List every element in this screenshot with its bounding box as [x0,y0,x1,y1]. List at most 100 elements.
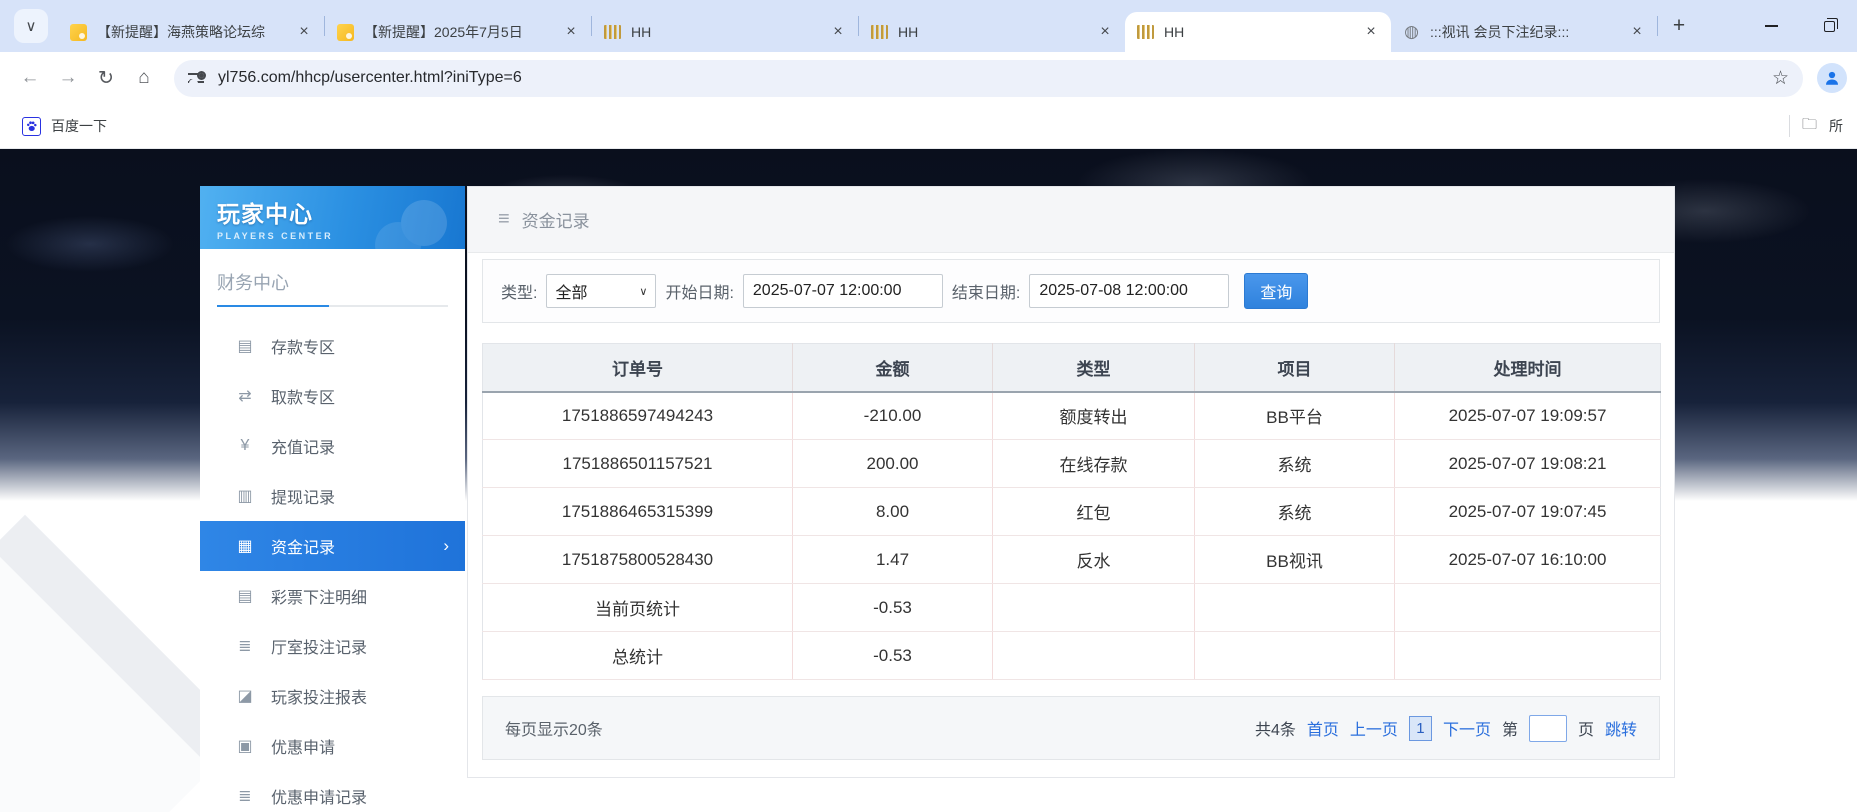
minimize-button[interactable] [1765,25,1778,27]
bookmark-label: 百度一下 [51,116,107,136]
bookmark-star-icon[interactable]: ☆ [1772,67,1789,90]
sidebar-item-label: 玩家投注报表 [271,684,367,708]
tab-title: HH [898,24,1085,40]
profile-avatar[interactable] [1817,63,1847,93]
reload-button[interactable]: ↻ [90,62,122,94]
start-date-label: 开始日期: [665,279,733,303]
sidebar-item-recharge-records[interactable]: ¥ 充值记录 [200,421,465,471]
cell-empty [993,632,1195,680]
sidebar-item-promo-apply[interactable]: ▣ 优惠申请 [200,721,465,771]
wallet-icon: ▥ [234,486,256,506]
close-icon[interactable]: × [1095,22,1115,42]
tab-hh-2[interactable]: HH × [859,12,1125,52]
tab-hh-active[interactable]: HH × [1125,12,1391,52]
sidebar-item-fund-records[interactable]: ▦ 资金记录 › [200,521,465,571]
hh-logo-icon [871,25,888,39]
deposit-card-icon: ▤ [234,336,256,356]
col-header-amount: 金额 [793,344,993,392]
moneybag-icon: ¥ [234,437,256,455]
site-info-icon[interactable] [188,71,206,85]
hamburger-icon[interactable]: ≡ [498,208,510,231]
first-page-link[interactable]: 首页 [1307,716,1339,740]
close-icon[interactable]: × [1627,22,1647,42]
cell-amount: -210.00 [793,392,993,440]
sidebar-item-lottery-bet-details[interactable]: ▤ 彩票下注明细 [200,571,465,621]
jump-page-input[interactable] [1529,715,1567,742]
minimize-icon [1765,25,1778,27]
forum-icon [337,24,354,41]
record-list-icon: ≣ [234,786,256,806]
sidebar-title: 玩家中心 [217,195,465,229]
sidebar-item-label: 厅室投注记录 [271,634,367,658]
close-icon[interactable]: × [828,22,848,42]
cell-amount: 200.00 [793,440,993,488]
cell-empty [1195,584,1395,632]
tab-video-records[interactable]: ◍ :::视讯 会员下注纪录::: × [1391,12,1657,52]
back-button[interactable]: ← [14,62,46,94]
sidebar-item-hall-bet-records[interactable]: ≣ 厅室投注记录 [200,621,465,671]
restore-button[interactable] [1824,21,1835,32]
sidebar-item-player-bet-report[interactable]: ◪ 玩家投注报表 [200,671,465,721]
cell-time: 2025-07-07 16:10:00 [1395,536,1661,584]
banknotes-icon: ▦ [234,536,256,556]
player-center-sidebar: 玩家中心 PLAYERS CENTER 财务中心 ▤ 存款专区 ⇄ 取款专区 ¥… [200,186,465,812]
sidebar-item-label: 资金记录 [271,534,335,558]
sidebar-item-label: 彩票下注明细 [271,584,367,608]
browser-toolbar: ← → ↻ ⌂ yl756.com/hhcp/usercenter.html?i… [0,52,1857,104]
table-row: 1751886597494243 -210.00 额度转出 BB平台 2025-… [483,392,1661,440]
tab-separator [1657,16,1658,36]
next-page-link[interactable]: 下一页 [1443,716,1491,740]
person-icon [1823,69,1841,87]
hh-logo-icon [1137,25,1154,39]
cell-type: 红包 [993,488,1195,536]
address-bar[interactable]: yl756.com/hhcp/usercenter.html?iniType=6… [174,60,1803,97]
list-icon: ▤ [234,586,256,606]
sidebar-item-deposit-zone[interactable]: ▤ 存款专区 [200,321,465,371]
url-text[interactable]: yl756.com/hhcp/usercenter.html?iniType=6 [218,69,1760,87]
jump-link[interactable]: 跳转 [1605,716,1637,740]
sidebar-item-label: 优惠申请 [271,734,335,758]
sidebar-item-label: 充值记录 [271,434,335,458]
cell-empty [1395,632,1661,680]
tab-forum-2[interactable]: 【新提醒】2025年7月5日 × [325,12,591,52]
bookmarks-bar: 百度一下 🗀 所 [0,104,1857,149]
sidebar-item-withdrawal-records[interactable]: ▥ 提现记录 [200,471,465,521]
panel-header: ≡ 资金记录 [468,187,1674,253]
forward-button[interactable]: → [52,62,84,94]
type-select[interactable]: 全部 ∨ [546,274,656,308]
query-button[interactable]: 查询 [1244,273,1308,309]
close-icon[interactable]: × [294,22,314,42]
cell-time: 2025-07-07 19:09:57 [1395,392,1661,440]
tab-hh-1[interactable]: HH × [592,12,858,52]
fund-records-panel: ≡ 资金记录 类型: 全部 ∨ 开始日期: 结束日期: 查询 订单号 金额 类型 [467,186,1675,778]
home-button[interactable]: ⌂ [128,62,160,94]
cell-project: BB视讯 [1195,536,1395,584]
table-row-page-total: 当前页统计 -0.53 [483,584,1661,632]
total-count-label: 共4条 [1255,716,1296,740]
tab-forum-1[interactable]: 【新提醒】海燕策略论坛综 × [58,12,324,52]
cell-page-total-label: 当前页统计 [483,584,793,632]
close-icon[interactable]: × [561,22,581,42]
chevron-down-icon: ∨ [26,17,37,35]
all-bookmarks-label[interactable]: 所 [1829,116,1843,136]
col-header-order-no: 订单号 [483,344,793,392]
tab-title: HH [631,24,818,40]
prev-page-link[interactable]: 上一页 [1350,716,1398,740]
sidebar-item-withdraw-zone[interactable]: ⇄ 取款专区 [200,371,465,421]
col-header-type: 类型 [993,344,1195,392]
cell-project: BB平台 [1195,392,1395,440]
sidebar-item-promo-apply-records[interactable]: ≣ 优惠申请记录 [200,771,465,812]
cell-empty [1395,584,1661,632]
page-title: 资金记录 [522,207,590,232]
bookmark-baidu[interactable]: 百度一下 [14,112,115,140]
new-tab-button[interactable]: + [1664,11,1694,41]
current-page-badge[interactable]: 1 [1409,716,1432,741]
tab-title: 【新提醒】海燕策略论坛综 [97,22,284,42]
start-date-input[interactable] [743,274,943,308]
cell-grand-total-label: 总统计 [483,632,793,680]
detail-list-icon: ≣ [234,636,256,656]
hh-logo-icon [604,25,621,39]
end-date-input[interactable] [1029,274,1229,308]
close-icon[interactable]: × [1361,22,1381,42]
tab-search-button[interactable]: ∨ [14,9,48,43]
